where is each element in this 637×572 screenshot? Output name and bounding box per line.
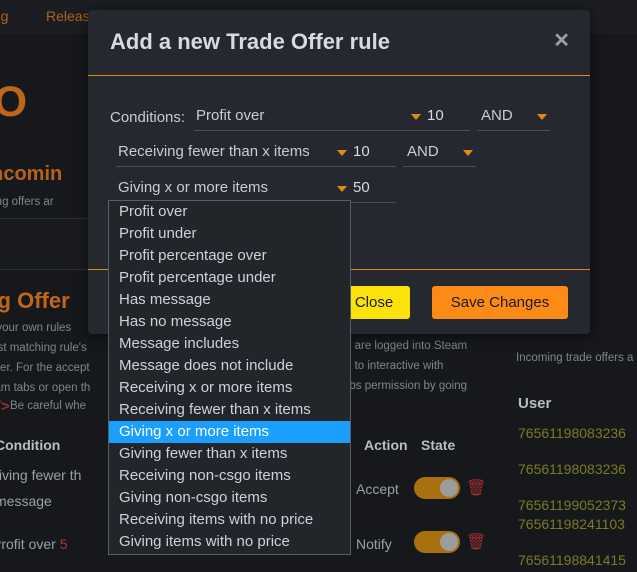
rule-condition-2-value: 5 [59, 536, 68, 552]
save-changes-button[interactable]: Save Changes [432, 286, 568, 319]
careful-note: Be careful whe [10, 400, 87, 412]
dropdown-option[interactable]: Receiving items with no price [109, 509, 350, 531]
overlay-line-2: n to interactive with [345, 360, 444, 372]
condition-value-input-1[interactable]: 10 [424, 105, 470, 131]
section-title-offer-rules: ing Offer [0, 288, 70, 313]
dropdown-option[interactable]: Profit percentage over [109, 245, 350, 267]
conditions-label: Conditions: [110, 109, 186, 126]
dropdown-option[interactable]: Giving x or more items [109, 421, 350, 443]
condition-dropdown-list[interactable]: Profit over Profit under Profit percentage… [108, 200, 351, 555]
dropdown-option[interactable]: Receiving fewer than x items [109, 399, 350, 421]
condition-select-1[interactable]: Profit over [194, 105, 424, 131]
dropdown-option[interactable]: Profit under [109, 223, 350, 245]
toggle-knob [440, 479, 458, 497]
condition-value-input-3[interactable]: 50 [350, 177, 396, 203]
nav-link-releases[interactable]: Releas [46, 8, 90, 24]
table-header-state: State [421, 437, 456, 453]
nav-link-changelog[interactable]: elog [0, 8, 8, 24]
user-id-4: 76561198241103 [518, 516, 625, 532]
section-text-incoming: ncoming offers ar [0, 196, 54, 208]
body-line-2: first matching rule's [0, 342, 87, 354]
dropdown-option[interactable]: Message includes [109, 333, 350, 355]
joiner-select-2-value: AND [407, 143, 439, 160]
joiner-select-1-value: AND [481, 107, 513, 124]
rule-toggle-1[interactable] [414, 477, 460, 499]
user-id-2: 76561198083236 [518, 461, 626, 477]
chevron-down-icon [537, 114, 547, 120]
dropdown-option[interactable]: Giving non-csgo items [109, 487, 350, 509]
rule-toggle-2[interactable] [414, 531, 460, 553]
page-title: de O [0, 78, 28, 126]
dropdown-option[interactable]: Receiving x or more items [109, 377, 350, 399]
condition-value-3: 50 [353, 179, 370, 196]
rule-condition-1: Giving fewer th [0, 467, 82, 483]
user-id-3: 76561199052373 [518, 497, 626, 513]
body-line-4: eam tabs or open th [0, 382, 91, 394]
dropdown-option[interactable]: Profit percentage under [109, 267, 350, 289]
right-section-description: Incoming trade offers a [516, 352, 634, 364]
chevron-down-icon [463, 150, 473, 156]
delete-rule-icon[interactable]: 🗑 [466, 478, 486, 498]
rule-condition-2-text: Profit over [0, 536, 56, 552]
body-line-3: wser. For the accept [0, 362, 90, 374]
code-icon: </> [0, 398, 10, 415]
chevron-down-icon [337, 186, 347, 192]
condition-select-2-value: Receiving fewer than x items [118, 143, 310, 160]
dropdown-option[interactable]: Has message [109, 289, 350, 311]
dropdown-option[interactable]: Giving fewer than x items [109, 443, 350, 465]
joiner-select-1[interactable]: AND [477, 105, 550, 131]
rule-action-2: Notify [356, 536, 392, 552]
rule-condition-1-cont: message [0, 493, 52, 509]
joiner-select-2[interactable]: AND [403, 141, 476, 167]
dropdown-option[interactable]: Has no message [109, 311, 350, 333]
user-id-5: 76561198841415 [518, 552, 626, 568]
overlay-line-3: abs permission by going [343, 380, 468, 392]
chevron-down-icon [411, 114, 421, 120]
rule-condition-2: Profit over 5 [0, 536, 68, 552]
section-title-incoming: or Incomin [0, 163, 63, 185]
table-header-condition: Condition [0, 437, 61, 453]
condition-select-3-value: Giving x or more items [118, 179, 269, 196]
body-line-1: t your own rules [0, 322, 72, 334]
user-id-1: 76561198083236 [518, 425, 626, 441]
condition-select-1-value: Profit over [196, 107, 265, 124]
chevron-down-icon [337, 150, 347, 156]
table-header-user: User [518, 395, 552, 412]
dropdown-option[interactable]: Receiving non-csgo items [109, 465, 350, 487]
dropdown-option[interactable]: Profit over [109, 201, 350, 223]
condition-value-input-2[interactable]: 10 [350, 141, 396, 167]
condition-value-1: 10 [427, 107, 444, 124]
rule-action-1: Accept [356, 481, 399, 497]
overlay-line-1: u are logged into Steam [345, 340, 468, 352]
toggle-knob [440, 533, 458, 551]
close-icon[interactable]: ✕ [553, 31, 570, 51]
condition-select-2[interactable]: Receiving fewer than x items [116, 141, 350, 167]
dropdown-option[interactable]: Giving items with no price [109, 531, 350, 553]
condition-value-2: 10 [353, 143, 370, 160]
modal-header: Add a new Trade Offer rule ✕ [88, 10, 590, 76]
dropdown-option[interactable]: Message does not include [109, 355, 350, 377]
modal-title: Add a new Trade Offer rule [110, 29, 390, 54]
table-header-action: Action [364, 437, 408, 453]
delete-rule-icon[interactable]: 🗑 [466, 532, 486, 552]
